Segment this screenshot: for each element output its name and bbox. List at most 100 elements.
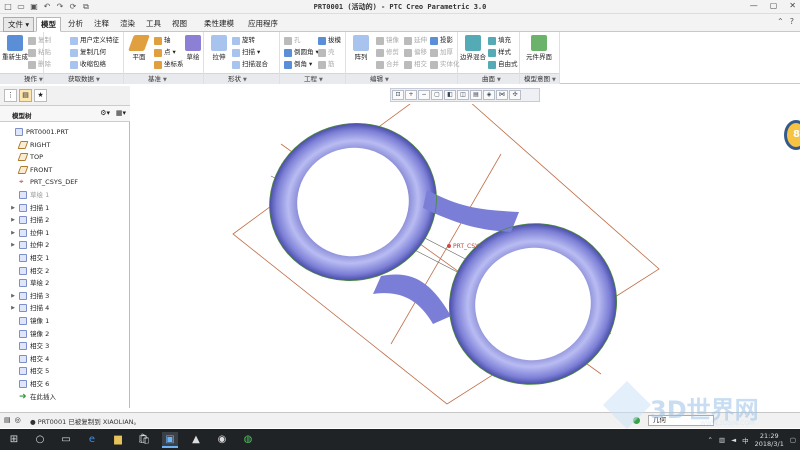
display-style-icon[interactable]: ◧ (444, 90, 456, 100)
copy-geometry-button[interactable]: 复制几何 (70, 47, 106, 58)
axis-button[interactable]: 轴 (154, 35, 171, 46)
navigator-toggle-icon[interactable]: ▤ (4, 416, 11, 424)
swept-blend-button[interactable]: 扫描混合 (232, 59, 268, 70)
maximize-button[interactable]: ▢ (770, 1, 778, 10)
ime-indicator[interactable]: 中 (742, 435, 749, 445)
group-surfaces-label[interactable]: 曲面 ▼ (458, 73, 519, 84)
file-menu[interactable]: 文件 ▾ (3, 17, 35, 32)
group-operations-label[interactable]: 操作 ▼ (0, 73, 43, 84)
tab-render[interactable]: 渲染 (116, 17, 139, 32)
csys-marker[interactable]: PRT_CSYS (447, 243, 483, 250)
sweep-button[interactable]: 扫描 ▾ (232, 47, 260, 58)
tray-expand-icon[interactable]: ⌃ (708, 436, 713, 444)
expand-arrow-icon[interactable]: ▶ (10, 290, 16, 302)
boundary-blend-button[interactable]: 边界混合 (460, 34, 486, 70)
tree-item[interactable]: ▶ 扫描 1 (10, 202, 49, 214)
solidify-button[interactable]: 实体化 (430, 59, 460, 70)
tree-item[interactable]: 镜像 2 (10, 328, 49, 340)
group-shapes-label[interactable]: 形状 ▼ (204, 73, 279, 84)
folder-browser-tab[interactable]: ▤ (19, 89, 32, 102)
collapse-ribbon-icon[interactable]: ⌃ (777, 17, 784, 26)
tree-settings-icon[interactable]: ⚙▾ (100, 109, 110, 117)
merge-button[interactable]: 合并 (376, 59, 399, 70)
group-get-data-label[interactable]: 获取数据 ▼ (44, 73, 123, 84)
group-engineering-label[interactable]: 工程 ▼ (280, 73, 345, 84)
edge-icon[interactable]: e (84, 432, 100, 448)
close-button[interactable]: ✕ (789, 1, 796, 10)
tab-tools[interactable]: 工具 (142, 17, 165, 32)
extrude-button[interactable]: 拉伸 (206, 34, 232, 70)
fill-button[interactable]: 填充 (488, 35, 511, 46)
revolve-button[interactable]: 旋转 (232, 35, 255, 46)
group-datum-label[interactable]: 基准 ▼ (124, 73, 203, 84)
tree-item[interactable]: ▶ 扫描 2 (10, 214, 49, 226)
tree-item[interactable]: 相交 4 (10, 353, 49, 365)
creo-taskbar-icon[interactable]: ▣ (162, 432, 178, 448)
offset-button[interactable]: 偏移 (404, 47, 427, 58)
expand-arrow-icon[interactable]: ▶ (10, 214, 16, 226)
shell-button[interactable]: 壳 (318, 47, 335, 58)
chamfer-button[interactable]: 倒角 ▾ (284, 59, 312, 70)
tree-item[interactable]: ▶ 扫描 4 (10, 302, 49, 314)
shrinkwrap-button[interactable]: 收缩包络 (70, 59, 106, 70)
explorer-icon[interactable]: ▆ (110, 432, 126, 448)
task-view-icon[interactable]: ▭ (58, 432, 74, 448)
refit-icon[interactable]: ⊡ (392, 90, 404, 100)
help-icon[interactable]: ? (790, 17, 794, 26)
tab-annotate[interactable]: 注释 (90, 17, 113, 32)
tree-item[interactable]: 草绘 2 (10, 277, 49, 289)
datum-display-icon[interactable]: ⋈ (496, 90, 508, 100)
tree-item[interactable]: 草绘 1 (10, 189, 49, 201)
draft-button[interactable]: 拔模 (318, 35, 341, 46)
extend-button[interactable]: 延伸 (404, 35, 427, 46)
group-model-intent-label[interactable]: 模型意图 ▼ (520, 73, 559, 84)
hole-button[interactable]: 孔 (284, 35, 301, 46)
tree-item[interactable]: ➜ 在此插入 (10, 391, 56, 403)
tab-flexible-modeling[interactable]: 柔性建模 (200, 17, 238, 32)
plane-button[interactable]: 平面 (126, 34, 152, 70)
part-model[interactable] (249, 104, 638, 406)
round-button[interactable]: 倒圆角 ▾ (284, 47, 319, 58)
tree-item[interactable]: 相交 6 (10, 378, 49, 390)
tab-view[interactable]: 视图 (168, 17, 191, 32)
start-icon[interactable]: ⊞ (6, 432, 22, 448)
tree-item[interactable]: TOP (10, 151, 43, 163)
tab-applications[interactable]: 应用程序 (244, 17, 282, 32)
expand-arrow-icon[interactable]: ▶ (10, 302, 16, 314)
tree-item[interactable]: 相交 2 (10, 265, 49, 277)
tree-item[interactable]: 相交 5 (10, 365, 49, 377)
graphics-viewport[interactable]: PRT_CSYS (131, 104, 800, 408)
point-button[interactable]: 点 ▾ (154, 47, 176, 58)
clock[interactable]: 21:29 2018/3/1 (755, 432, 784, 448)
perspective-icon[interactable]: ◈ (483, 90, 495, 100)
project-button[interactable]: 投影 (430, 35, 453, 46)
spin-center-icon[interactable]: ✣ (509, 90, 521, 100)
tab-analysis[interactable]: 分析 (64, 17, 87, 32)
tree-item[interactable]: 相交 1 (10, 252, 49, 264)
store-icon[interactable]: 🛍 (136, 432, 152, 448)
view-manager-icon[interactable]: ▤ (470, 90, 482, 100)
tree-item[interactable]: ▶ 拉伸 1 (10, 227, 49, 239)
browser-toggle-icon[interactable]: ◎ (15, 416, 21, 424)
tree-item[interactable]: 相交 3 (10, 340, 49, 352)
mirror-button[interactable]: 镜像 (376, 35, 399, 46)
app-icon[interactable]: ◍ (240, 432, 256, 448)
trim-button[interactable]: 修剪 (376, 47, 399, 58)
expand-arrow-icon[interactable]: ▶ (10, 202, 16, 214)
saved-views-icon[interactable]: ◫ (457, 90, 469, 100)
tree-columns-icon[interactable]: ▦▾ (116, 109, 126, 117)
thicken-button[interactable]: 加厚 (430, 47, 453, 58)
style-button[interactable]: 样式 (488, 47, 511, 58)
freestyle-button[interactable]: 自由式 (488, 59, 518, 70)
tree-item[interactable]: ▶ 拉伸 2 (10, 239, 49, 251)
network-icon[interactable]: ▥ (719, 436, 725, 444)
tree-item[interactable]: RIGHT (10, 139, 50, 151)
group-editing-label[interactable]: 编辑 ▼ (346, 73, 457, 84)
notification-icon[interactable]: ▢ (790, 436, 796, 444)
media-icon[interactable]: ◉ (214, 432, 230, 448)
component-interface-button[interactable]: 元件界面 (526, 34, 552, 70)
zoom-in-icon[interactable]: + (405, 90, 417, 100)
udf-button[interactable]: 用户定义特征 (70, 35, 119, 46)
tree-item[interactable]: 镜像 1 (10, 315, 49, 327)
favorites-tab[interactable]: ★ (34, 89, 47, 102)
